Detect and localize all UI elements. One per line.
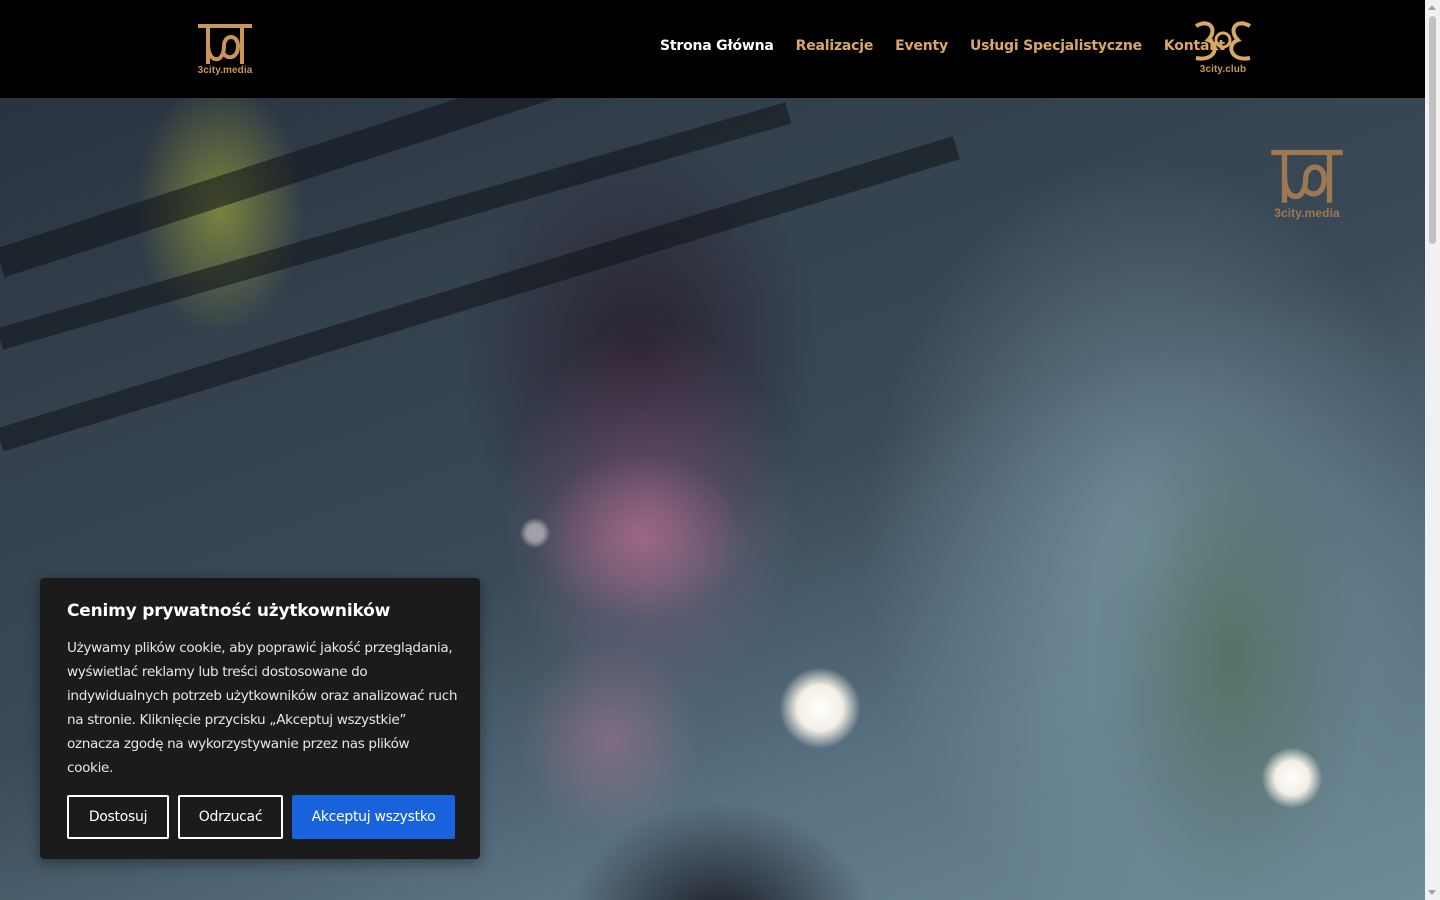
site-header: 3city.media Strona Główna Realizacje Eve… — [0, 0, 1425, 98]
logo-left-text: 3city.media — [197, 65, 253, 76]
scroll-down-arrow-icon[interactable] — [1428, 890, 1436, 895]
bokeh-light — [520, 518, 550, 548]
main-nav: Strona Główna Realizacje Eventy Usługi S… — [660, 38, 1225, 54]
cookie-buttons: Dostosuj Odrzucać Akceptuj wszystko — [67, 795, 455, 839]
scroll-up-arrow-icon[interactable] — [1428, 5, 1436, 10]
bokeh-light — [1262, 748, 1322, 808]
nav-eventy[interactable]: Eventy — [895, 38, 948, 54]
nav-realizacje[interactable]: Realizacje — [796, 38, 874, 54]
nav-uslugi-specjalistyczne[interactable]: Usługi Specjalistyczne — [970, 38, 1142, 54]
customize-button[interactable]: Dostosuj — [67, 795, 169, 839]
nav-strona-glowna[interactable]: Strona Główna — [660, 38, 774, 54]
watermark-text: 3city.media — [1274, 206, 1340, 220]
scroll-thumb[interactable] — [1429, 16, 1436, 244]
cookie-consent-banner: Cenimy prywatność użytkowników Używamy p… — [40, 578, 480, 859]
cookie-title: Cenimy prywatność użytkowników — [67, 601, 391, 621]
bokeh-light — [780, 668, 860, 748]
logo-3city-media[interactable]: 3city.media — [194, 20, 256, 78]
cookie-description: Używamy plików cookie, aby poprawić jako… — [67, 640, 458, 776]
logo-3city-club[interactable]: 3city.club — [1192, 18, 1254, 78]
logo-right-text: 3city.club — [1199, 64, 1247, 75]
page-scrollbar[interactable] — [1425, 0, 1440, 900]
logo-monogram-icon — [198, 24, 252, 64]
reject-button[interactable]: Odrzucać — [178, 795, 283, 839]
watermark-monogram-icon — [1271, 149, 1343, 203]
video-watermark: 3city.media — [1266, 144, 1348, 222]
accept-all-button[interactable]: Akceptuj wszystko — [292, 795, 455, 839]
club-monogram-icon — [1195, 21, 1251, 61]
